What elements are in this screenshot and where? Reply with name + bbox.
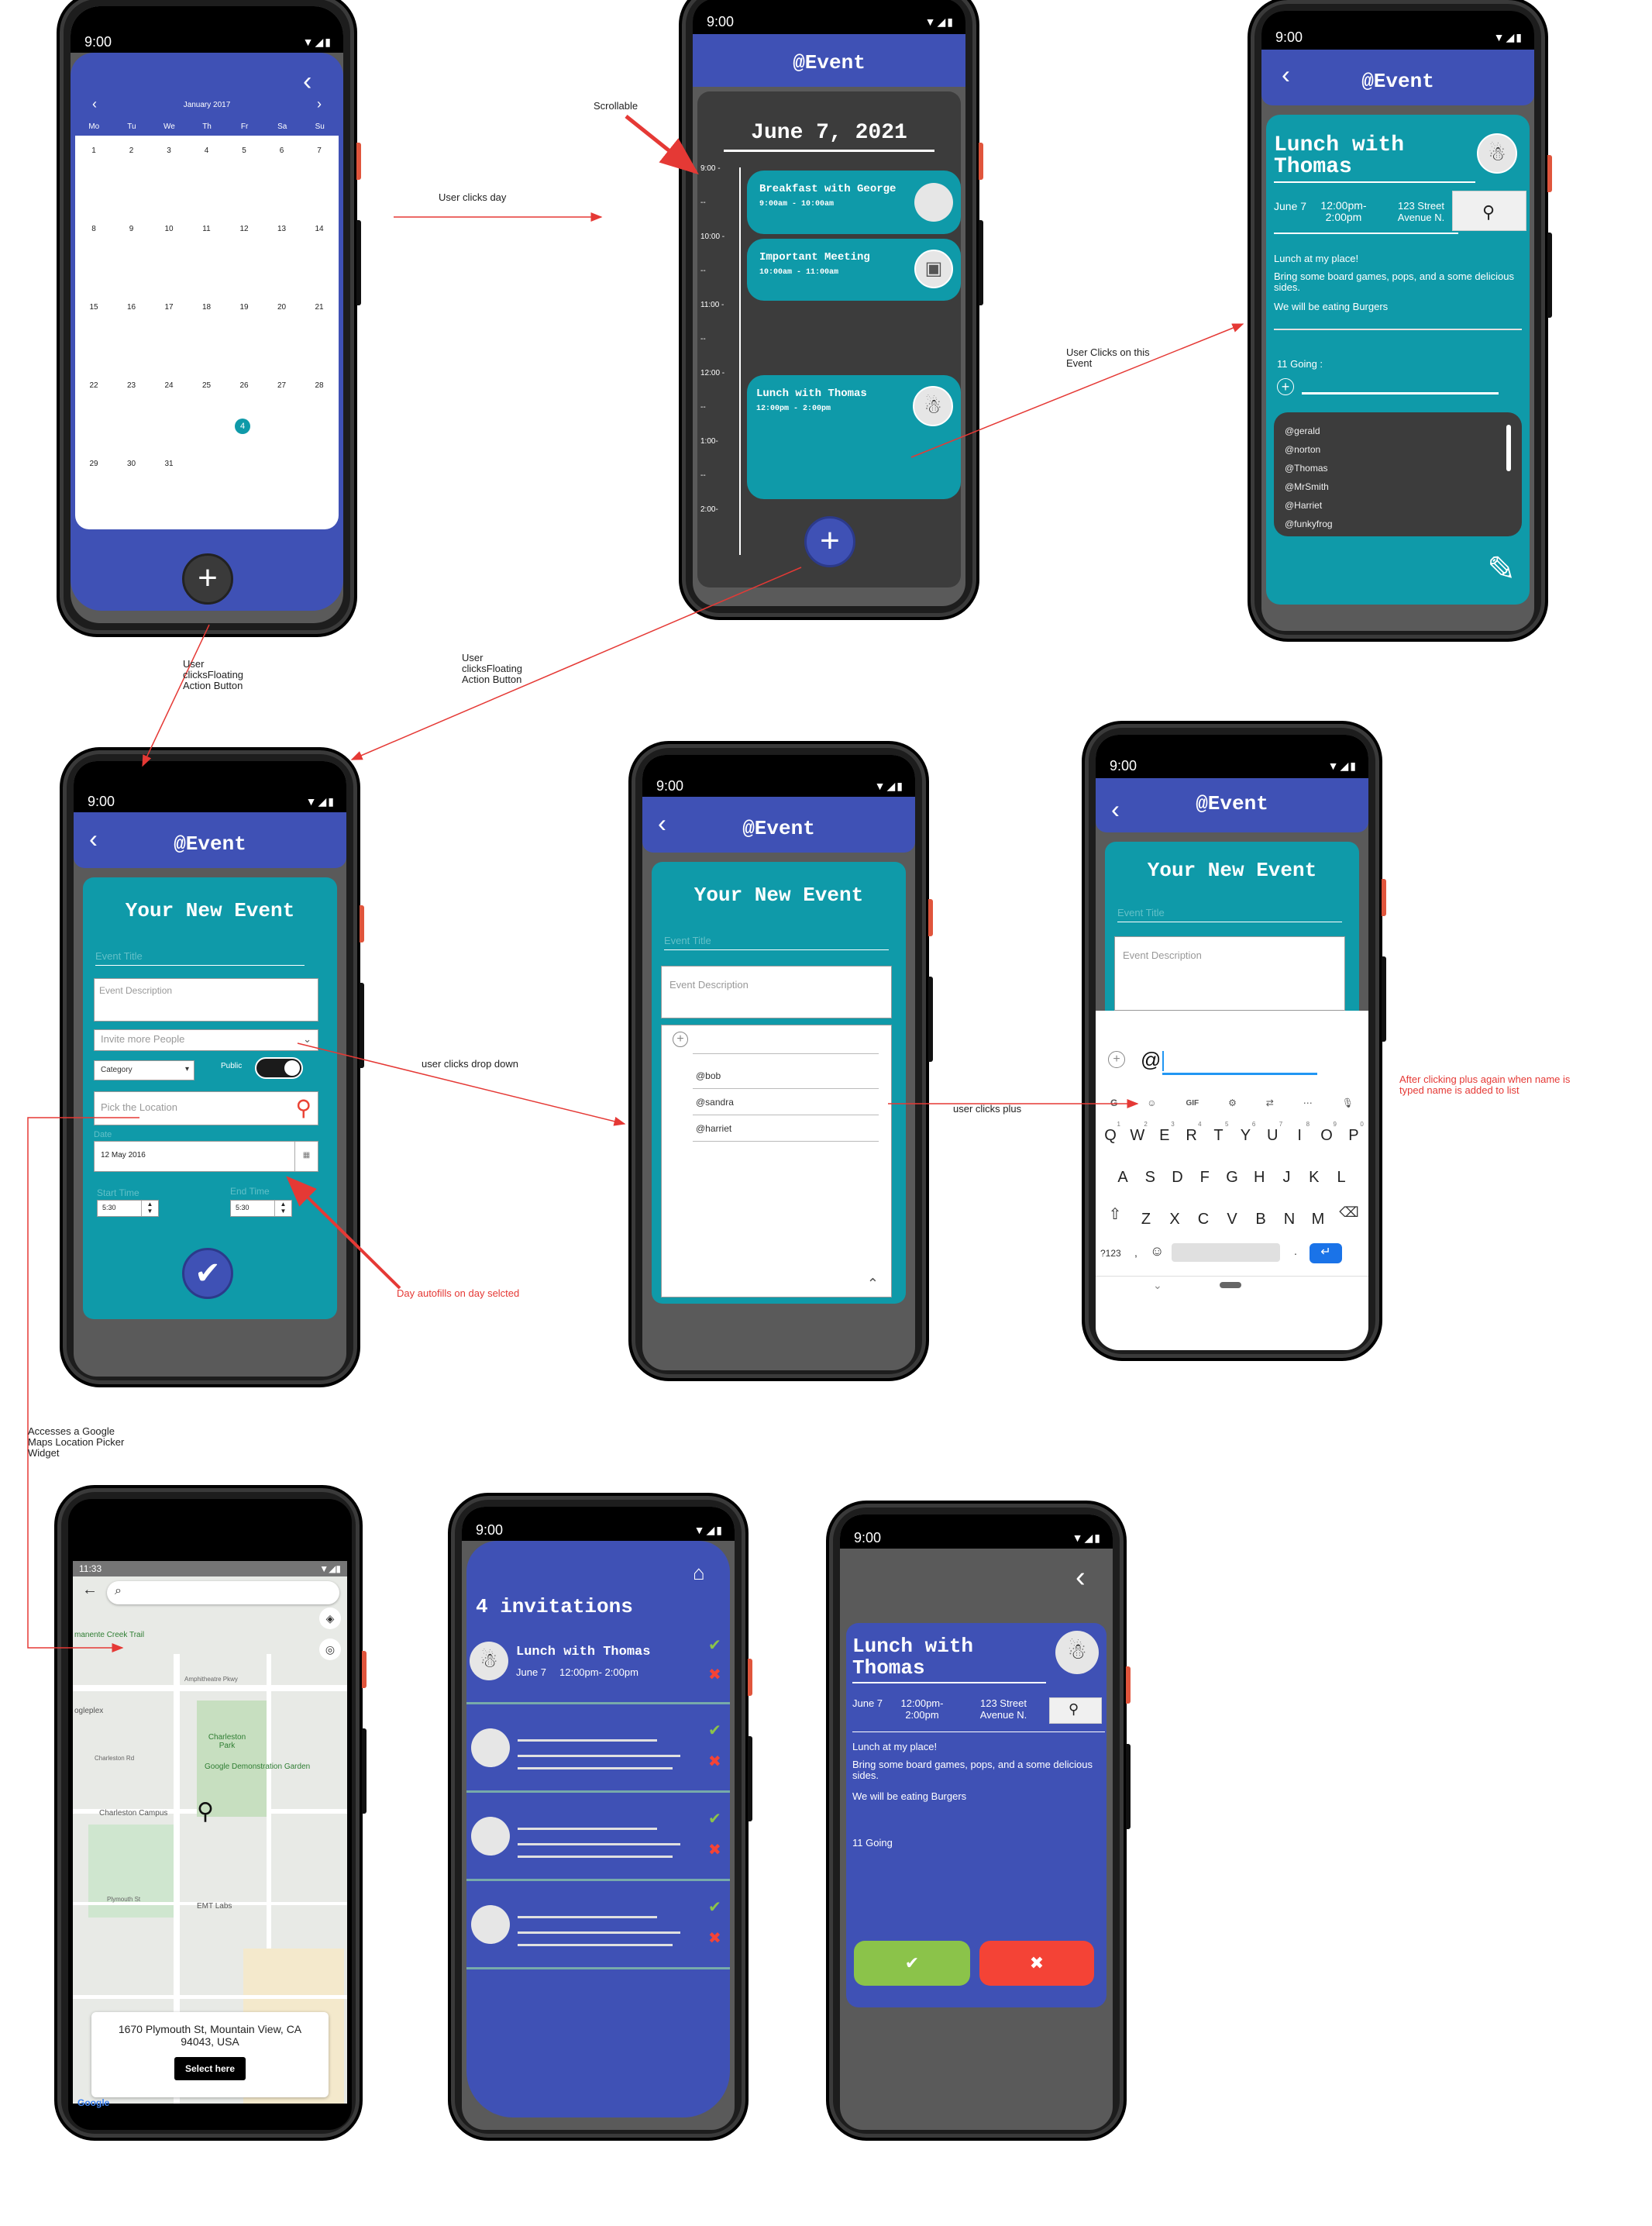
annotation-fab-2: User clicksFloating Action Button	[462, 652, 523, 685]
annotation-maps: Accesses a Google Maps Location Picker W…	[28, 1425, 125, 1459]
annotation-after-plus: After clicking plus again when name is t…	[1399, 1073, 1571, 1096]
arrow-fab-1	[142, 624, 210, 767]
annotation-autofill: Day autofills on day selcted	[397, 1287, 520, 1299]
arrow-maps	[27, 1117, 139, 1652]
arrow-clicks-event	[910, 323, 1244, 458]
arrow-fab-2	[350, 567, 802, 760]
arrow-autofill	[286, 1176, 401, 1290]
annotation-clicks-day: User clicks day	[439, 191, 507, 203]
arrow-dropdown	[297, 1042, 626, 1126]
annotation-fab-1: User clicksFloating Action Button	[183, 658, 244, 691]
annotation-plus: user clicks plus	[953, 1103, 1022, 1115]
annotation-clicks-event: User Clicks on this Event	[1066, 346, 1150, 369]
annotation-dropdown: user clicks drop down	[422, 1058, 518, 1070]
flow-arrows	[27, 115, 1244, 1652]
annotation-scrollable: Scrollable	[594, 100, 638, 112]
arrow-scrollable	[625, 115, 699, 175]
